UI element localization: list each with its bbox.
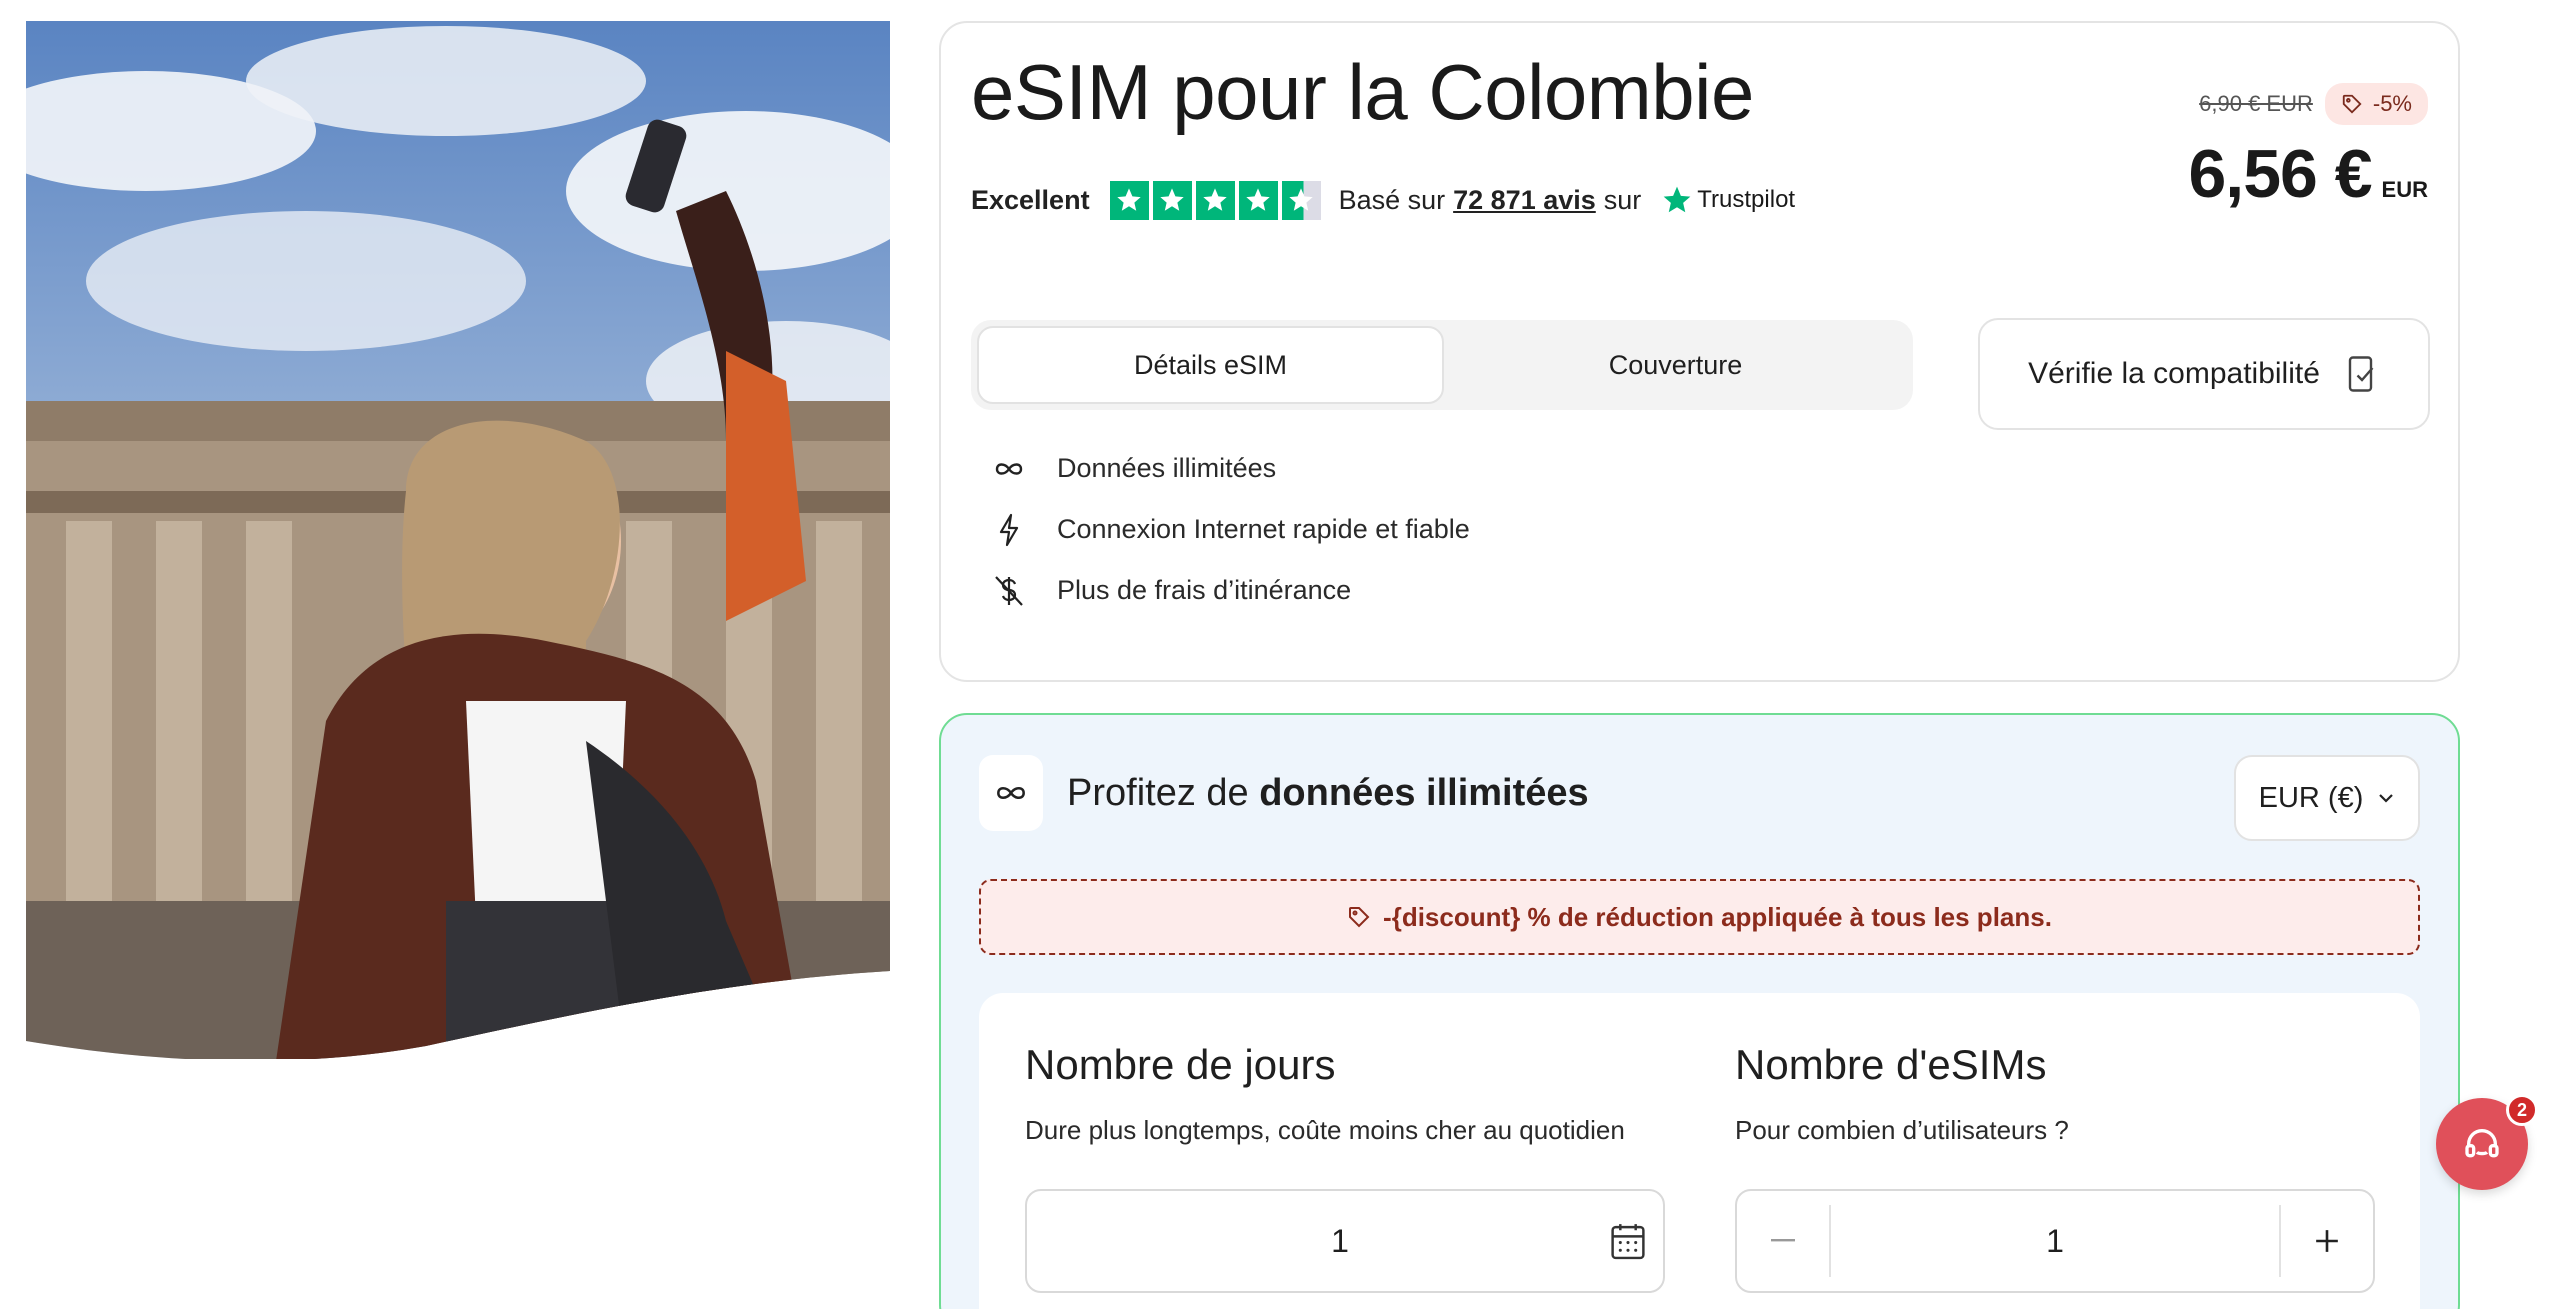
rating-label: Excellent <box>971 184 1090 215</box>
esims-value: 1 <box>2046 1222 2064 1259</box>
hero-image <box>26 21 890 1059</box>
days-value: 1 <box>1331 1222 1349 1259</box>
phone-check-icon <box>2348 356 2374 392</box>
compatibility-button[interactable]: Vérifie la compatibilité <box>1978 318 2430 430</box>
product-card: eSIM pour la Colombie Excellent Basé sur… <box>939 21 2460 682</box>
plus-icon <box>2316 1230 2338 1252</box>
discount-banner-text: -{discount} % de réduction appliquée à t… <box>1383 901 2052 932</box>
calendar-icon[interactable] <box>1593 1221 1663 1261</box>
plans-card: Profitez de données illimitées EUR (€) -… <box>939 713 2460 1309</box>
compatibility-label: Vérifie la compatibilité <box>2028 357 2320 390</box>
esims-heading: Nombre d'eSIMs <box>1735 1041 2047 1088</box>
discount-value: -5% <box>2372 91 2412 116</box>
half-star-icon <box>1281 180 1321 220</box>
esims-column: Nombre d'eSIMs Pour combien d’utilisateu… <box>1735 993 2069 1146</box>
chevron-down-icon <box>2379 794 2394 803</box>
feature-item: Données illimitées <box>991 438 1470 499</box>
days-subtitle: Dure plus longtemps, coûte moins cher au… <box>1025 1115 1625 1145</box>
feature-list: Données illimitées Connexion Internet ra… <box>991 438 1470 621</box>
currency-code: EUR <box>2381 177 2428 202</box>
feature-label: Connexion Internet rapide et fiable <box>1057 514 1470 544</box>
lightning-icon <box>991 512 1027 548</box>
plans-title-prefix: Profitez de <box>1067 771 1249 814</box>
old-price: 6,90 € EUR <box>2199 91 2313 116</box>
infinity-icon <box>979 755 1043 831</box>
plans-title: Profitez de données illimitées <box>1067 772 1589 815</box>
esims-subtitle: Pour combien d’utilisateurs ? <box>1735 1115 2069 1145</box>
decrement-button[interactable] <box>1737 1205 1831 1277</box>
feature-item: Plus de frais d’itinérance <box>991 560 1470 621</box>
current-price: 6,56 € <box>2188 136 2372 212</box>
star-icon <box>1152 180 1192 220</box>
details-tabs: Détails eSIM Couverture <box>971 320 1913 410</box>
plans-title-bold: données illimitées <box>1259 771 1589 814</box>
plan-options: Nombre de jours Dure plus longtemps, coû… <box>979 993 2420 1309</box>
on-text: sur <box>1603 184 1642 215</box>
feature-item: Connexion Internet rapide et fiable <box>991 499 1470 560</box>
trustpilot-rating: Excellent Basé sur 72 871 avis sur Trust… <box>971 178 1795 222</box>
currency-select-value: EUR (€) <box>2258 781 2364 814</box>
review-count-link[interactable]: 72 871 avis <box>1453 185 1596 216</box>
star-icon <box>1238 180 1278 220</box>
feature-label: Plus de frais d’itinérance <box>1057 575 1352 605</box>
page-title: eSIM pour la Colombie <box>971 48 1754 136</box>
tag-icon <box>1349 907 1370 928</box>
increment-button[interactable] <box>2279 1205 2373 1277</box>
notification-badge: 2 <box>2506 1094 2538 1126</box>
headset-icon <box>2465 1129 2499 1158</box>
feature-label: Données illimitées <box>1057 453 1277 483</box>
discount-badge: -5% <box>2324 83 2428 125</box>
plans-header: Profitez de données illimitées <box>979 755 1589 831</box>
rating-stars <box>1109 180 1321 220</box>
price-block: 6,90 € EUR -5% 6,56 € EUR <box>2188 83 2428 213</box>
currency-select[interactable]: EUR (€) <box>2234 755 2420 841</box>
trustpilot-logo[interactable]: Trustpilot <box>1661 184 1795 216</box>
star-icon <box>1109 180 1149 220</box>
minus-icon <box>1771 1239 1795 1242</box>
based-on-text: Basé sur <box>1338 184 1446 215</box>
trustpilot-star-icon <box>1663 186 1691 213</box>
days-column: Nombre de jours Dure plus longtemps, coû… <box>1025 993 1625 1146</box>
trustpilot-name: Trustpilot <box>1697 186 1796 213</box>
esims-stepper: 1 <box>1735 1189 2375 1293</box>
no-dollar-icon <box>991 573 1027 609</box>
infinity-icon <box>991 451 1027 487</box>
support-chat-button[interactable]: 2 <box>2436 1094 2538 1190</box>
tab-coverage[interactable]: Couverture <box>1444 326 1907 404</box>
tab-esim-details[interactable]: Détails eSIM <box>977 326 1444 404</box>
days-input[interactable]: 1 <box>1025 1189 1665 1293</box>
days-heading: Nombre de jours <box>1025 1041 1336 1088</box>
tag-icon <box>2342 94 2362 114</box>
star-icon <box>1195 180 1235 220</box>
discount-banner: -{discount} % de réduction appliquée à t… <box>979 879 2420 955</box>
